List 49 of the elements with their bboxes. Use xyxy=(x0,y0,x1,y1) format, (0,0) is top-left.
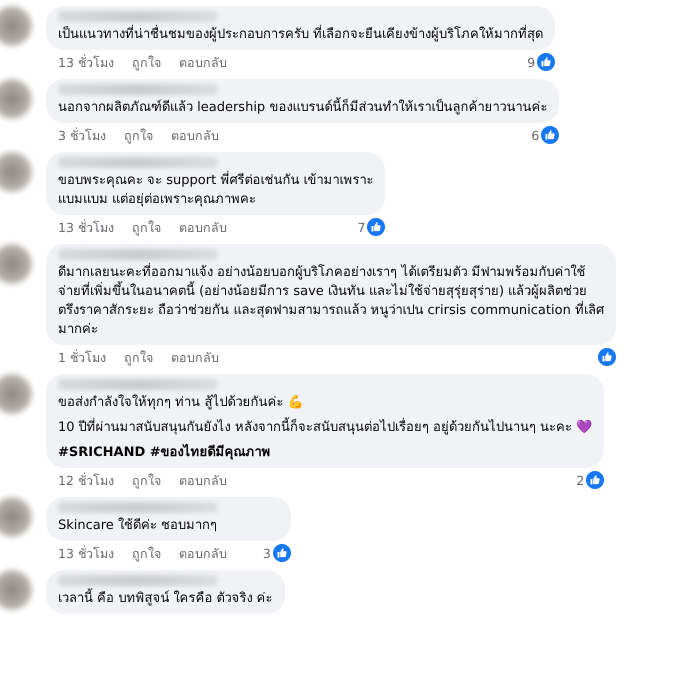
avatar-icon[interactable] xyxy=(0,497,32,537)
like-count: 3 xyxy=(262,544,271,562)
thumbs-up-icon[interactable] xyxy=(541,126,560,144)
reply-link[interactable]: ตอบกลับ xyxy=(178,472,227,488)
avatar-icon[interactable] xyxy=(0,374,32,414)
comment-text: เวลานี้ คือ บทพิสูจน์ ใครคือ ตัวจริง ค่ะ xyxy=(58,589,273,608)
like-link[interactable]: ถูกใจ xyxy=(132,54,161,70)
like-count: 6 xyxy=(531,126,540,144)
comment-text: เป็นแนวทางที่น่าชื่นชมของผู้ประกอบการครับ ที่เลือกจะยืนเคียงข้างผู้บริโภคให้มากที่สุด xyxy=(58,25,544,44)
comment-text: มากค่ะ xyxy=(58,321,99,339)
comment-time: 13 ชั่วโมง xyxy=(58,54,114,70)
comment-time: 12 ชั่วโมง xyxy=(58,472,114,488)
like-count: 7 xyxy=(358,218,366,236)
reply-link[interactable]: ตอบกลับ xyxy=(178,544,227,562)
comment-text: ขอส่งกำลังใจให้ทุกๆ ท่าน สู้ไปด้วยกันค่ะ 💪 xyxy=(58,393,304,412)
comment-text: ดีมากเลยนะคะที่ออกมาแจ้ง อย่างน้อยบอกผู้บริโภคอย่างเราๆ ได้เตรียมตัว มีฟามพร้อมกับค่าใช้ xyxy=(58,263,604,282)
thumbs-up-icon[interactable] xyxy=(537,53,556,71)
comment-time: 3 ชั่วโมง xyxy=(58,126,106,144)
like-link[interactable]: ถูกใจ xyxy=(132,472,161,488)
comment-text: แบมแบม แต่อยุ่ต่อเพราะคุณภาพคะ xyxy=(58,191,258,209)
comment-text: #SRICHAND #ของไทยดีมีคุณภาพ xyxy=(58,443,272,462)
comment-time: 13 ชั่วโมง xyxy=(58,544,114,562)
comment-text: นอกจากผลิตภัณฑ์ดีแล้ว leadership ของแบรนด์นี้ก็มีส่วนทำให้เราเป็นลูกค้ายาวนานค่ะ xyxy=(58,98,548,117)
comment-time: 1 ชั่วโมง xyxy=(58,348,106,366)
comment-text: Skincare ใช้ดีค่ะ ชอบมากๆ xyxy=(58,516,218,535)
comment-text: 10 ปีที่ผ่านมาสนับสนุนกันยังไง หลังจากนี้ก็จะสนับสนุนต่อไปเรื่อยๆ อยู่ด้วยกันไปนานๆ นะคะ 💜 xyxy=(58,418,592,437)
comment-time: 13 ชั่วโมง xyxy=(58,218,114,236)
like-link[interactable]: ถูกใจ xyxy=(124,126,153,144)
reply-link[interactable]: ตอบกลับ xyxy=(170,126,219,144)
avatar-icon[interactable] xyxy=(0,570,32,610)
reply-link[interactable]: ตอบกลับ xyxy=(178,218,227,236)
thumbs-up-icon[interactable] xyxy=(272,544,291,562)
like-count: 2 xyxy=(576,472,584,488)
avatar-icon[interactable] xyxy=(0,79,32,119)
thumbs-up-icon[interactable] xyxy=(367,218,386,236)
thumbs-up-icon[interactable] xyxy=(586,471,604,489)
like-count: 9 xyxy=(527,54,536,70)
avatar-icon[interactable] xyxy=(0,6,32,46)
comment-text: ตรึงราคาสักระยะ ถือว่าช่วยกัน และสุดฟามสามารถแล้ว หนูว่าเปน crirsis communication ที่เลิศ xyxy=(58,301,604,320)
like-link[interactable]: ถูกใจ xyxy=(124,348,153,366)
comment-text: จ่ายที่เพิ่มขึ้นในอนาคตนี้ (อย่างน้อยมีการ save เงินทัน และไม่ใช้จ่ายสุรุ่ยสุร่าย) แล้วผู้ผลิตช่วย xyxy=(58,282,604,301)
like-link[interactable]: ถูกใจ xyxy=(132,544,161,562)
like-link[interactable]: ถูกใจ xyxy=(132,218,161,236)
avatar-icon[interactable] xyxy=(0,152,32,192)
reply-link[interactable]: ตอบกลับ xyxy=(178,54,227,70)
reply-link[interactable]: ตอบกลับ xyxy=(170,348,219,366)
avatar-icon[interactable] xyxy=(0,244,32,284)
thumbs-up-icon[interactable] xyxy=(598,348,616,366)
comment-text: ขอบพระคุณคะ จะ support พี่ศรีต่อเช่นกัน เข้ามาเพราะ xyxy=(58,171,374,190)
